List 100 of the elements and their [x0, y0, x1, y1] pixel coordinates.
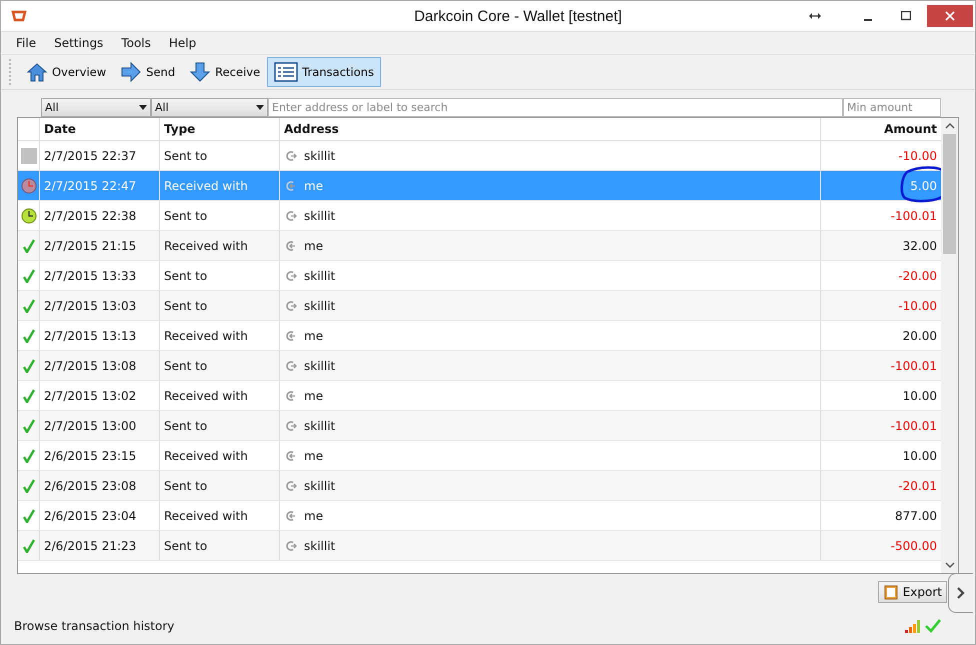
date-cell: 2/7/2015 22:37 [40, 141, 160, 170]
window-title: Darkcoin Core - Wallet [testnet] [413, 8, 623, 24]
date-cell: 2/7/2015 13:13 [40, 321, 160, 350]
address-cell: skillit [304, 208, 336, 222]
transaction-row[interactable]: 2/6/2015 23:08 Sent to skillit -20.01 [18, 471, 941, 501]
address-cell: skillit [304, 358, 336, 372]
address-cell: skillit [304, 538, 336, 552]
toolbar-button[interactable]: Send [113, 57, 182, 87]
type-cell: Received with [160, 321, 280, 350]
type-cell: Sent to [160, 141, 280, 170]
address-cell: skillit [304, 268, 336, 282]
checkmark-icon [22, 298, 34, 312]
export-button[interactable]: Export [878, 581, 947, 603]
checkmark-icon [22, 418, 34, 432]
address-cell: me [304, 238, 324, 252]
address-cell: me [304, 178, 324, 192]
amount-cell: 877.00 [895, 508, 937, 522]
checkmark-icon [22, 448, 34, 462]
type-cell: Sent to [160, 351, 280, 380]
checkmark-icon [22, 538, 34, 552]
date-cell: 2/6/2015 23:08 [40, 471, 160, 500]
date-cell: 2/7/2015 22:47 [40, 171, 160, 200]
type-cell: Sent to [160, 531, 280, 560]
close-icon [945, 11, 955, 21]
maximize-icon [901, 11, 911, 21]
close-button[interactable] [927, 5, 973, 27]
menu-item[interactable]: Help [160, 36, 206, 50]
amount-cell: -10.00 [898, 298, 937, 312]
type-cell: Sent to [160, 261, 280, 290]
type-cell: Sent to [160, 471, 280, 500]
transaction-row[interactable]: 2/6/2015 21:23 Sent to skillit -500.00 [18, 531, 941, 561]
amount-cell: 5.00 [910, 178, 937, 192]
resize-icon [809, 12, 821, 20]
address-cell: skillit [304, 298, 336, 312]
type-cell: Received with [160, 171, 280, 200]
amount-cell: 10.00 [902, 388, 937, 402]
column-header[interactable]: Amount [821, 118, 941, 140]
app-logo-icon [11, 10, 27, 22]
min-amount-field[interactable]: Min amount [843, 98, 941, 117]
type-cell: Received with [160, 501, 280, 530]
caret-icon [256, 105, 264, 110]
scroll-down-icon[interactable] [944, 562, 954, 568]
amount-cell: -100.01 [890, 358, 937, 372]
column-header[interactable]: Type [160, 118, 280, 140]
toolbar-button[interactable]: Overview [19, 57, 114, 87]
amount-cell: -10.00 [898, 148, 937, 162]
date-cell: 2/7/2015 13:00 [40, 411, 160, 440]
transaction-row[interactable]: 2/7/2015 13:08 Sent to skillit -100.01 [18, 351, 941, 381]
transaction-row[interactable]: 2/7/2015 21:15 Received with me 32.00 [18, 231, 941, 261]
status-text: Browse transaction history [14, 619, 174, 633]
menu-item[interactable]: File [7, 36, 46, 50]
transaction-row[interactable]: 2/7/2015 13:03 Sent to skillit -10.00 [18, 291, 941, 321]
date-cell: 2/7/2015 13:03 [40, 291, 160, 320]
clipboard-icon [882, 584, 899, 600]
scroll-up-icon[interactable] [944, 123, 954, 129]
address-cell: skillit [304, 418, 336, 432]
date-filter-dropdown[interactable]: All [41, 98, 151, 117]
signal-bars-icon [905, 619, 923, 633]
checkmark-icon [22, 358, 34, 372]
column-header[interactable]: Address [280, 118, 821, 140]
right-arrow-icon [120, 61, 142, 83]
checkmark-icon [22, 238, 34, 252]
type-cell: Sent to [160, 201, 280, 230]
menu-item[interactable]: Tools [112, 36, 160, 50]
address-cell: me [304, 508, 324, 522]
search-field[interactable]: Enter address or label to search [268, 98, 843, 117]
toolbar-button[interactable]: Transactions [267, 57, 381, 87]
date-cell: 2/6/2015 23:04 [40, 501, 160, 530]
toolbar-button[interactable]: Receive [182, 57, 268, 87]
date-cell: 2/7/2015 22:38 [40, 201, 160, 230]
square-icon [20, 148, 36, 164]
expand-tab[interactable] [948, 573, 973, 613]
scrollbar-thumb[interactable] [943, 134, 956, 254]
clock-icon [20, 208, 36, 224]
checkmark-icon [22, 268, 34, 282]
address-cell: me [304, 328, 324, 342]
date-cell: 2/6/2015 21:23 [40, 531, 160, 560]
amount-cell: 20.00 [902, 328, 937, 342]
date-cell: 2/7/2015 21:15 [40, 231, 160, 260]
address-cell: skillit [304, 478, 336, 492]
scrollbar-track[interactable] [941, 118, 958, 573]
amount-cell: 32.00 [902, 238, 937, 252]
column-header[interactable]: Date [40, 118, 160, 140]
amount-cell: -500.00 [890, 538, 937, 552]
amount-cell: 10.00 [902, 448, 937, 462]
menu-item[interactable]: Settings [45, 36, 112, 50]
checkmark-icon [925, 619, 941, 633]
date-cell: 2/6/2015 23:15 [40, 441, 160, 470]
address-cell: me [304, 388, 324, 402]
clock-icon [20, 178, 36, 194]
house-icon [26, 61, 48, 83]
minimize-icon [864, 19, 872, 21]
date-cell: 2/7/2015 13:02 [40, 381, 160, 410]
type-filter-dropdown[interactable]: All [151, 98, 268, 117]
chevron-right-icon [957, 587, 965, 599]
list-icon [274, 62, 298, 82]
transaction-row[interactable]: 2/7/2015 13:00 Sent to skillit -100.01 [18, 411, 941, 441]
caret-icon [139, 105, 147, 110]
address-cell: skillit [304, 148, 336, 162]
date-cell: 2/7/2015 13:08 [40, 351, 160, 380]
